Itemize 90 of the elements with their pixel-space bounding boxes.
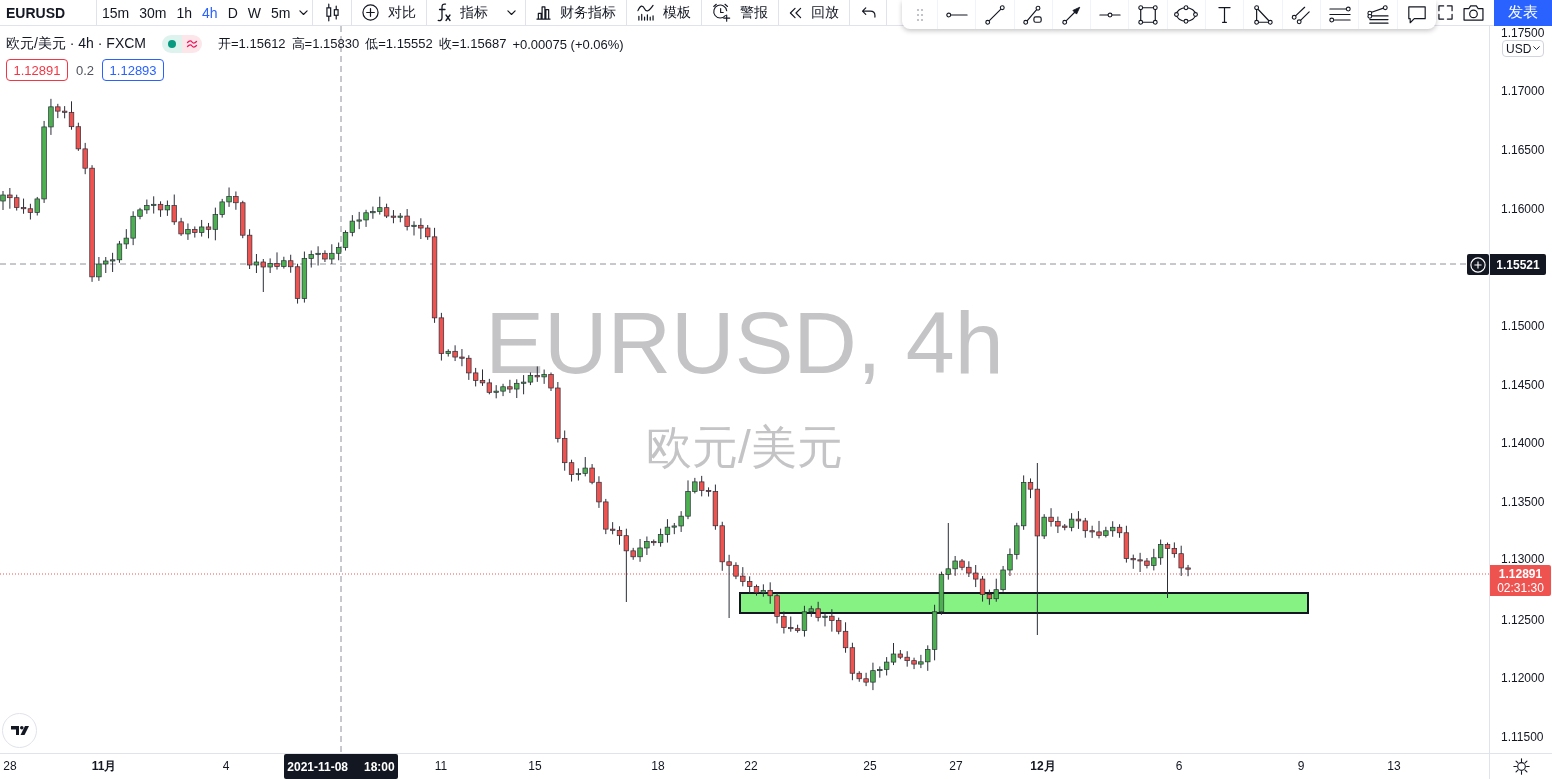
time-axis-label: 15 xyxy=(528,758,542,775)
compare-button[interactable]: 对比 xyxy=(352,0,427,25)
publish-button[interactable]: 发表 xyxy=(1494,0,1552,26)
interval-tab[interactable]: D xyxy=(222,0,243,25)
trend-line-icon[interactable] xyxy=(984,4,1005,25)
triangle-icon[interactable] xyxy=(1253,4,1273,25)
alarm-clock-icon xyxy=(712,3,732,22)
arrow-icon[interactable] xyxy=(1061,4,1082,25)
approximately-icon xyxy=(187,40,197,48)
horizontal-lines-icon[interactable] xyxy=(1328,6,1351,23)
price-axis-label: 1.12000 xyxy=(1501,671,1545,685)
wave-and-bars-icon xyxy=(637,4,655,21)
currency-dropdown[interactable]: USD xyxy=(1502,40,1545,57)
interval-tab[interactable]: 5m xyxy=(265,0,296,25)
time-axis-label: 9 xyxy=(1297,758,1305,775)
sell-price-button[interactable]: 1.12891 xyxy=(6,59,68,81)
background-symbol-title: EURUSD, 4h xyxy=(485,299,1004,387)
plus-circle-icon xyxy=(1470,256,1486,273)
speech-bubble-icon[interactable] xyxy=(1406,4,1427,25)
time-axis-label: 4 xyxy=(222,758,230,775)
financials-button[interactable]: 财务指标 xyxy=(526,0,627,25)
time-axis-label: 12月 xyxy=(1030,758,1056,775)
time-axis-label: 25 xyxy=(863,758,877,775)
interval-tab[interactable]: 15m xyxy=(97,0,135,25)
price-axis-label: 1.16500 xyxy=(1501,143,1545,157)
price-axis-label: 1.11500 xyxy=(1501,730,1544,744)
crosshair-time: 18:00 xyxy=(364,759,395,774)
price-axis-label: 1.17500 xyxy=(1501,26,1545,40)
price-axis-label: 1.15000 xyxy=(1501,319,1545,333)
crosshair-date: 2021-11-08 xyxy=(287,759,348,774)
time-axis-label: 11 xyxy=(434,758,448,775)
indicators-button[interactable]: 指标 xyxy=(427,0,499,25)
stacked-lines-icon[interactable] xyxy=(1366,4,1389,25)
time-axis-label: 22 xyxy=(744,758,758,775)
bar-countdown: 02:31:30 xyxy=(1497,580,1544,595)
symbol-button[interactable]: EURUSD xyxy=(0,0,96,25)
plus-button[interactable] xyxy=(1467,254,1489,275)
plus-circle-icon xyxy=(362,4,380,21)
logo-icon[interactable] xyxy=(2,713,37,748)
ohlc-value: 收=1.15687 xyxy=(438,35,507,53)
price-axis-label: 1.12500 xyxy=(1501,613,1545,627)
parallel-lines-icon[interactable] xyxy=(1291,4,1312,25)
horizontal-ray-icon[interactable] xyxy=(945,11,968,18)
chevron-down-icon xyxy=(1533,46,1541,51)
price-change: +0.00075 (+0.06%) xyxy=(512,36,624,52)
crosshair-price-label: 1.15521 xyxy=(1490,254,1546,275)
interval-tab[interactable]: 30m xyxy=(134,0,172,25)
interval-tab[interactable]: 4h xyxy=(197,0,223,25)
ellipse-icon[interactable] xyxy=(1174,5,1199,24)
rectangle-icon[interactable] xyxy=(1138,4,1159,25)
chevron-down-icon xyxy=(299,9,309,16)
chevron-down-icon xyxy=(507,9,517,16)
price-axis-label: 1.14500 xyxy=(1501,378,1545,392)
line-and-box-icon[interactable] xyxy=(1023,4,1044,25)
price-axis-label: 1.13000 xyxy=(1501,552,1545,566)
time-axis-label: 13 xyxy=(1387,758,1401,775)
horizontal-line-icon[interactable] xyxy=(1098,11,1121,18)
price-axis-label: 1.16000 xyxy=(1501,202,1545,216)
interval-tab[interactable]: 1h xyxy=(171,0,198,25)
time-axis-label: 27 xyxy=(949,758,963,775)
interval-tab[interactable]: W xyxy=(242,0,266,25)
alert-button[interactable]: 警报 xyxy=(702,0,779,25)
buy-price-button[interactable]: 1.12893 xyxy=(102,59,165,81)
time-axis-label: 18 xyxy=(651,758,665,775)
function-icon xyxy=(437,3,452,22)
background-symbol-description: 欧元/美元 xyxy=(646,424,843,470)
spread-value: 0.2 xyxy=(76,62,95,78)
ohlc-value: 开=1.15612 xyxy=(218,35,286,53)
camera-icon[interactable] xyxy=(1463,4,1484,21)
price-axis-label: 1.13500 xyxy=(1501,495,1545,509)
ohlc-value: 低=1.15552 xyxy=(365,35,433,53)
time-axis-label: 28 xyxy=(3,758,17,775)
time-axis-label: 11月 xyxy=(91,758,117,775)
price-axis-label: 1.17000 xyxy=(1501,84,1545,98)
text-tool-icon[interactable] xyxy=(1218,5,1232,24)
templates-button[interactable]: 模板 xyxy=(627,0,702,25)
price-axis-label: 1.14000 xyxy=(1501,436,1545,450)
last-price-value: 1.12891 xyxy=(1498,566,1543,581)
ohlc-value: 高=1.15830 xyxy=(291,35,360,53)
symbol-description: 欧元/美元 · 4h · FXCM xyxy=(6,35,146,53)
undo-icon[interactable] xyxy=(860,7,876,18)
fullscreen-icon[interactable] xyxy=(1438,5,1453,20)
settings-icon[interactable] xyxy=(1512,758,1530,775)
replay-button[interactable]: 回放 xyxy=(779,0,850,25)
status-dot-icon xyxy=(168,40,176,48)
bar-chart-icon xyxy=(536,5,552,20)
rewind-icon xyxy=(789,6,803,19)
candlestick-icon[interactable] xyxy=(325,3,339,22)
drag-handle-icon[interactable] xyxy=(915,7,924,22)
time-axis-label: 6 xyxy=(1175,758,1183,775)
